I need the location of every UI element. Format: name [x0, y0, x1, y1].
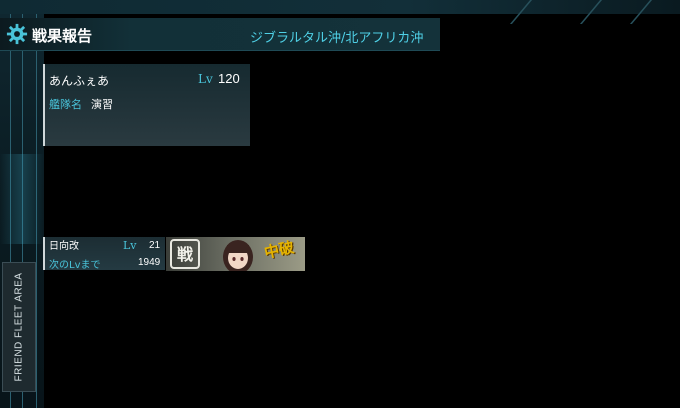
page-title: 戦果報告 — [32, 27, 93, 45]
sortie-area-name: ジブラルタル沖/北アフリカ沖 — [250, 31, 424, 46]
admiral-level-value: 120 — [218, 71, 240, 86]
next-level-label: 次のLvまで — [49, 260, 101, 271]
battle-stamp-icon: 戦 — [170, 239, 200, 269]
battle-stamp-text: 戦 — [177, 245, 194, 264]
top-frame-band — [0, 0, 680, 14]
ship-girl-portrait — [223, 240, 253, 271]
friend-fleet-area-label: FRIEND FLEET AREA — [13, 272, 25, 382]
next-level-exp: 1949 — [138, 257, 161, 268]
ship-name: 日向改 — [49, 241, 79, 252]
ship-level-label: Lv — [123, 239, 137, 252]
fleet-name-label: 艦隊名 — [49, 98, 82, 111]
gear-icon — [6, 23, 28, 45]
ship-level-value: 21 — [149, 240, 161, 251]
admiral-level-label: Lv — [198, 72, 213, 86]
fleet-name-value: 演習 — [91, 98, 113, 111]
admiral-name: あんふぇあ — [49, 74, 110, 88]
friend-fleet-area-tab: FRIEND FLEET AREA — [2, 262, 36, 392]
